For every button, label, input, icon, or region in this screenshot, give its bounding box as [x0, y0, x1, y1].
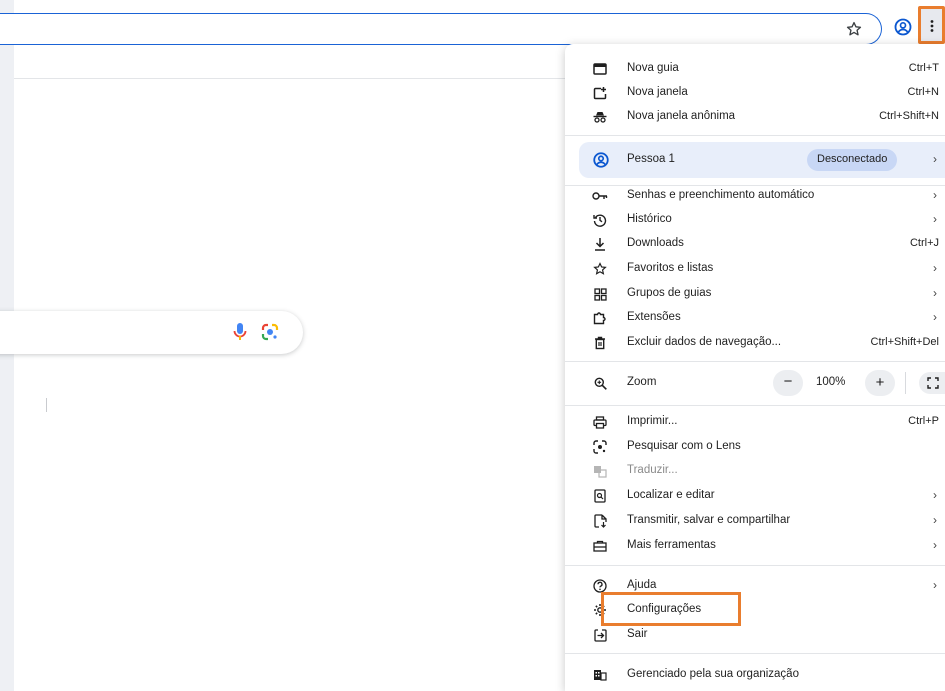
zoom-out-button[interactable]: −	[773, 370, 803, 396]
menu-item-label: Senhas e preenchimento automático	[627, 189, 815, 201]
print-icon	[592, 414, 608, 430]
chevron-right-icon: ›	[933, 188, 937, 202]
chevron-right-icon: ›	[933, 488, 937, 502]
menu-item-excluir-dados[interactable]: Excluir dados de navegação... Ctrl+Shift…	[565, 330, 945, 355]
menu-separator	[565, 565, 945, 566]
menu-item-label: Excluir dados de navegação...	[627, 336, 782, 348]
chevron-right-icon: ›	[933, 578, 937, 592]
google-lens-icon[interactable]	[260, 322, 280, 342]
exit-icon	[592, 627, 608, 643]
chevron-right-icon: ›	[933, 152, 937, 166]
key-icon	[592, 188, 608, 204]
menu-item-label: Favoritos e listas	[627, 262, 714, 274]
menu-item-label: Localizar e editar	[627, 489, 715, 501]
menu-item-nova-janela[interactable]: Nova janela Ctrl+N	[565, 80, 945, 105]
menu-item-historico[interactable]: Histórico ›	[565, 207, 945, 232]
menu-item-gerenciado[interactable]: Gerenciado pela sua organização	[565, 662, 945, 687]
zoom-in-button[interactable]: +	[865, 370, 895, 396]
menu-item-shortcut: Ctrl+N	[907, 86, 939, 98]
menu-item-label: Nova guia	[627, 62, 679, 74]
menu-separator	[565, 653, 945, 654]
menu-item-grupos-de-guias[interactable]: Grupos de guias ›	[565, 281, 945, 306]
building-icon	[592, 667, 608, 683]
menu-item-label: Ajuda	[627, 579, 657, 591]
tab-groups-icon	[592, 286, 608, 302]
lens-icon	[592, 439, 608, 455]
history-icon	[592, 212, 608, 228]
menu-item-traduzir: Traduzir...	[565, 458, 945, 483]
address-bar[interactable]	[0, 13, 882, 45]
menu-item-shortcut: Ctrl+Shift+N	[879, 110, 939, 122]
menu-item-extensoes[interactable]: Extensões ›	[565, 305, 945, 330]
menu-item-label: Imprimir...	[627, 415, 678, 427]
menu-item-label: Traduzir...	[627, 464, 678, 476]
zoom-label: Zoom	[627, 376, 657, 388]
chevron-right-icon: ›	[933, 212, 937, 226]
menu-item-localizar-editar[interactable]: Localizar e editar ›	[565, 483, 945, 508]
menu-item-mais-ferramentas[interactable]: Mais ferramentas ›	[565, 533, 945, 558]
three-dots-vertical-icon	[930, 20, 934, 32]
menu-item-label: Sair	[627, 628, 648, 640]
chevron-right-icon: ›	[933, 261, 937, 275]
menu-item-label: Downloads	[627, 237, 684, 249]
chevron-right-icon: ›	[933, 310, 937, 324]
menu-item-label: Gerenciado pela sua organização	[627, 668, 799, 680]
new-tab-icon	[592, 61, 608, 77]
profile-status-badge: Desconectado	[807, 149, 898, 171]
menu-item-label: Mais ferramentas	[627, 539, 716, 551]
find-icon	[592, 488, 608, 504]
menu-item-shortcut: Ctrl+Shift+Del	[870, 336, 939, 348]
cast-icon	[592, 513, 608, 529]
menu-item-label: Histórico	[627, 213, 672, 225]
zoom-icon	[592, 375, 608, 391]
zoom-divider	[905, 372, 906, 394]
fullscreen-button[interactable]	[919, 372, 945, 394]
chevron-right-icon: ›	[933, 513, 937, 527]
puzzle-icon	[592, 310, 608, 326]
settings-highlight-box	[601, 592, 741, 626]
menu-item-label: Extensões	[627, 311, 681, 323]
star-icon	[592, 261, 608, 277]
account-circle-icon	[593, 152, 609, 168]
menu-item-label: Pesquisar com o Lens	[627, 440, 741, 452]
fullscreen-icon	[927, 377, 939, 389]
chrome-menu: Nova guia Ctrl+T Nova janela Ctrl+N Nova…	[565, 44, 945, 691]
download-icon	[592, 236, 608, 252]
new-window-icon	[592, 85, 608, 101]
menu-separator	[565, 361, 945, 362]
chevron-right-icon: ›	[933, 538, 937, 552]
toolbox-icon	[592, 538, 608, 554]
menu-item-nova-janela-anonima[interactable]: Nova janela anônima Ctrl+Shift+N	[565, 104, 945, 129]
text-caret	[46, 398, 47, 412]
trash-icon	[592, 335, 608, 351]
menu-item-pesquisar-lens[interactable]: Pesquisar com o Lens	[565, 434, 945, 459]
menu-item-shortcut: Ctrl+P	[908, 415, 939, 427]
toolbar	[0, 0, 945, 50]
menu-item-favoritos[interactable]: Favoritos e listas ›	[565, 256, 945, 281]
menu-item-label: Transmitir, salvar e compartilhar	[627, 514, 791, 526]
profile-name: Pessoa 1	[627, 153, 675, 165]
translate-icon	[592, 463, 608, 479]
menu-item-label: Nova janela anônima	[627, 110, 736, 122]
menu-item-label: Grupos de guias	[627, 287, 712, 299]
menu-item-shortcut: Ctrl+T	[908, 62, 939, 74]
menu-button[interactable]	[918, 6, 945, 44]
microphone-icon[interactable]	[232, 322, 248, 342]
menu-item-nova-guia[interactable]: Nova guia Ctrl+T	[565, 56, 945, 81]
zoom-value: 100%	[816, 376, 846, 388]
account-circle-icon[interactable]	[893, 17, 913, 37]
menu-item-downloads[interactable]: Downloads Ctrl+J	[565, 231, 945, 256]
menu-item-label: Nova janela	[627, 86, 688, 98]
menu-item-shortcut: Ctrl+J	[909, 237, 939, 249]
star-outline-icon[interactable]	[845, 20, 863, 38]
search-box[interactable]	[0, 311, 303, 354]
incognito-icon	[592, 109, 608, 125]
menu-item-transmitir[interactable]: Transmitir, salvar e compartilhar ›	[565, 508, 945, 533]
profile-row[interactable]: Pessoa 1 Desconectado ›	[579, 142, 945, 178]
menu-separator	[565, 135, 945, 136]
chevron-right-icon: ›	[933, 286, 937, 300]
menu-item-imprimir[interactable]: Imprimir... Ctrl+P	[565, 409, 945, 434]
menu-item-senhas[interactable]: Senhas e preenchimento automático ›	[565, 183, 945, 208]
menu-separator	[565, 405, 945, 406]
